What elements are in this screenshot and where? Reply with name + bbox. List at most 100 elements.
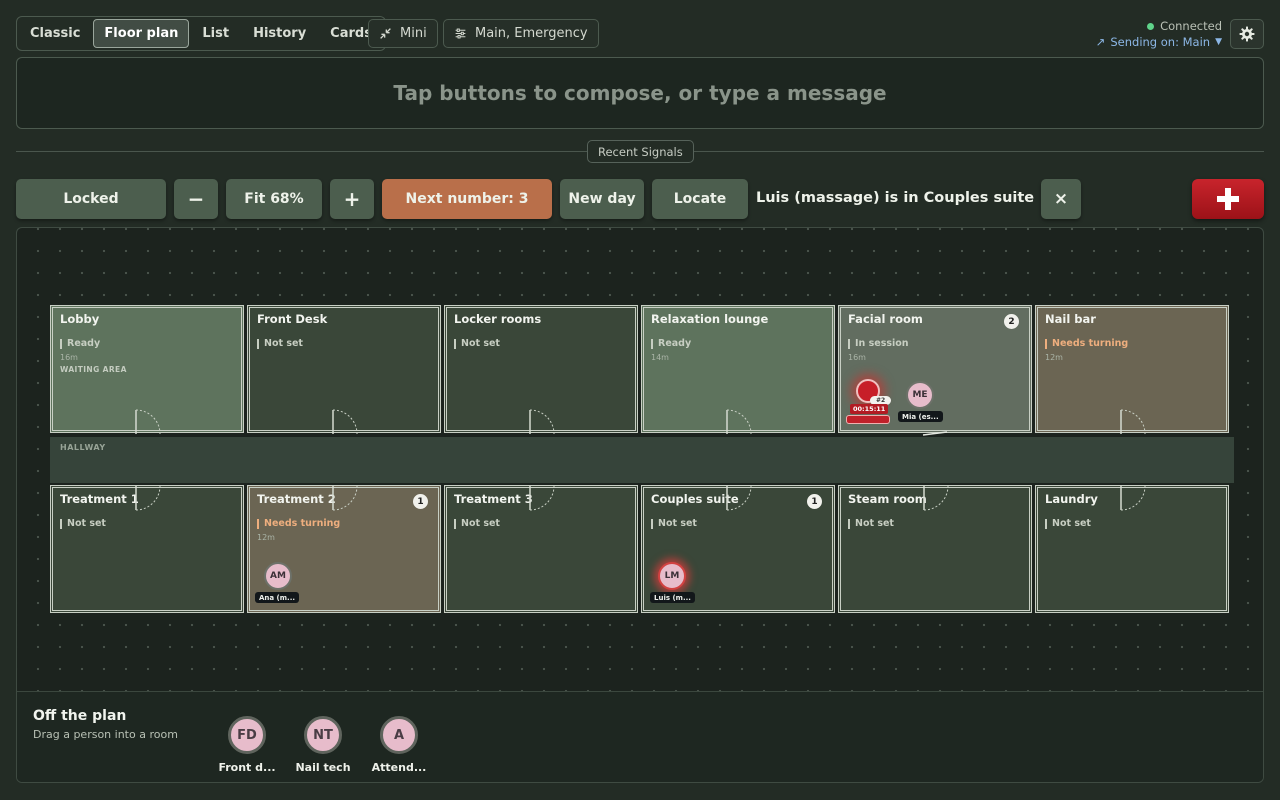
arrow-up-right-icon: ↗ — [1095, 35, 1106, 49]
door-icon — [135, 485, 161, 511]
room-name: Laundry — [1045, 492, 1098, 506]
room-status: Needs turning — [257, 519, 340, 529]
compose-placeholder: Tap buttons to compose, or type a messag… — [393, 81, 887, 105]
floor-plan-canvas[interactable]: HALLWAY Lobby Ready 16m WAITING AREA Fro… — [16, 227, 1264, 783]
room-name: Relaxation lounge — [651, 312, 769, 326]
room-name: Lobby — [60, 312, 100, 326]
tab-classic[interactable]: Classic — [19, 19, 91, 48]
sending-label: Sending on: Main — [1110, 35, 1211, 49]
minimize-icon — [380, 28, 391, 39]
channels-label: Main, Emergency — [475, 26, 588, 41]
channels-button[interactable]: Main, Emergency — [443, 19, 599, 48]
room-time: 14m — [651, 353, 669, 362]
person-label: Ana (m... — [255, 592, 300, 603]
avatar: NT — [304, 716, 342, 754]
alarm-timer: 00:15:11 — [850, 404, 889, 414]
locate-button[interactable]: Locate — [652, 179, 748, 219]
chevron-down-icon: ▼ — [1215, 37, 1222, 47]
room-status: Ready — [60, 339, 100, 349]
door-icon — [529, 485, 555, 511]
next-number-button[interactable]: Next number: 3 — [382, 179, 552, 219]
room-status: Not set — [454, 519, 500, 529]
room-name: Locker rooms — [454, 312, 542, 326]
sliders-icon — [455, 28, 466, 39]
person-label: Attend... — [371, 761, 427, 774]
room-status: Needs turning — [1045, 339, 1128, 349]
room-status: Not set — [257, 339, 303, 349]
room-name: Treatment 1 — [60, 492, 139, 506]
hallway — [50, 437, 1234, 483]
new-day-button[interactable]: New day — [560, 179, 644, 219]
off-plan-tray: Off the plan Drag a person into a room F… — [17, 691, 1263, 782]
room-time: 12m — [257, 533, 275, 542]
floor-plan: HALLWAY Lobby Ready 16m WAITING AREA Fro… — [50, 305, 1234, 617]
room-status: Ready — [651, 339, 691, 349]
zoom-out-button[interactable]: − — [174, 179, 218, 219]
connected-label: Connected — [1160, 19, 1222, 33]
person-label: Nail tech — [295, 761, 351, 774]
hallway-label: HALLWAY — [60, 443, 106, 452]
room-time: 16m — [848, 353, 866, 362]
door-icon — [332, 485, 358, 511]
gear-icon — [1239, 26, 1255, 42]
off-plan-subtitle: Drag a person into a room — [33, 728, 178, 741]
room-status: Not set — [1045, 519, 1091, 529]
room-name: Treatment 2 — [257, 492, 336, 506]
room-tag: WAITING AREA — [60, 365, 127, 374]
door-icon — [1120, 409, 1146, 435]
zoom-in-button[interactable]: + — [330, 179, 374, 219]
person-label: Luis (m... — [650, 592, 695, 603]
room-status: In session — [848, 339, 909, 349]
person-avatar-am[interactable]: AM — [264, 562, 292, 590]
room-status: Not set — [848, 519, 894, 529]
mini-button[interactable]: Mini — [368, 19, 438, 48]
close-locate-button[interactable]: × — [1041, 179, 1081, 219]
room-status: Not set — [651, 519, 697, 529]
view-tabs: Classic Floor plan List History Cards — [16, 16, 386, 51]
room-time: 16m — [60, 353, 78, 362]
room-name: Treatment 3 — [454, 492, 533, 506]
door-icon — [135, 409, 161, 435]
tab-history[interactable]: History — [242, 19, 317, 48]
tab-list[interactable]: List — [191, 19, 240, 48]
emergency-button[interactable] — [1192, 179, 1264, 219]
room-name: Steam room — [848, 492, 927, 506]
alarm-bar — [846, 415, 890, 424]
door-icon — [726, 485, 752, 511]
person-avatar-lm[interactable]: LM — [658, 562, 686, 590]
fit-zoom-button[interactable]: Fit 68% — [226, 179, 322, 219]
door-icon — [726, 409, 752, 435]
room-time: 12m — [1045, 353, 1063, 362]
mini-label: Mini — [400, 26, 427, 41]
person-avatar-me[interactable]: ME — [906, 381, 934, 409]
off-plan-title: Off the plan — [33, 708, 127, 724]
off-plan-person[interactable]: FD Front d... — [217, 716, 277, 774]
connected-dot-icon — [1147, 22, 1155, 30]
medical-cross-icon — [1217, 188, 1239, 210]
off-plan-person[interactable]: A Attend... — [369, 716, 429, 774]
lock-toggle-button[interactable]: Locked — [16, 179, 166, 219]
door-icon — [923, 485, 949, 511]
tab-floor-plan[interactable]: Floor plan — [93, 19, 190, 48]
occupant-count-badge: 1 — [807, 494, 822, 509]
room-name: Facial room — [848, 312, 923, 326]
close-icon: × — [1053, 189, 1069, 209]
person-label: Front d... — [218, 761, 276, 774]
door-icon — [922, 431, 948, 436]
room-status: Not set — [60, 519, 106, 529]
compose-input[interactable]: Tap buttons to compose, or type a messag… — [16, 57, 1264, 129]
connection-status: Connected ↗ Sending on: Main ▼ — [1096, 19, 1222, 49]
settings-button[interactable] — [1230, 19, 1264, 49]
off-plan-person[interactable]: NT Nail tech — [293, 716, 353, 774]
locate-message: Luis (massage) is in Couples suite — [756, 190, 1035, 206]
avatar: FD — [228, 716, 266, 754]
person-label: Mia (es... — [898, 411, 943, 422]
room-name: Front Desk — [257, 312, 328, 326]
recent-signals-button[interactable]: Recent Signals — [587, 140, 694, 163]
door-icon — [332, 409, 358, 435]
avatar: A — [380, 716, 418, 754]
door-icon — [529, 409, 555, 435]
room-status: Not set — [454, 339, 500, 349]
sending-channel-selector[interactable]: ↗ Sending on: Main ▼ — [1096, 35, 1222, 49]
door-icon — [1120, 485, 1146, 511]
